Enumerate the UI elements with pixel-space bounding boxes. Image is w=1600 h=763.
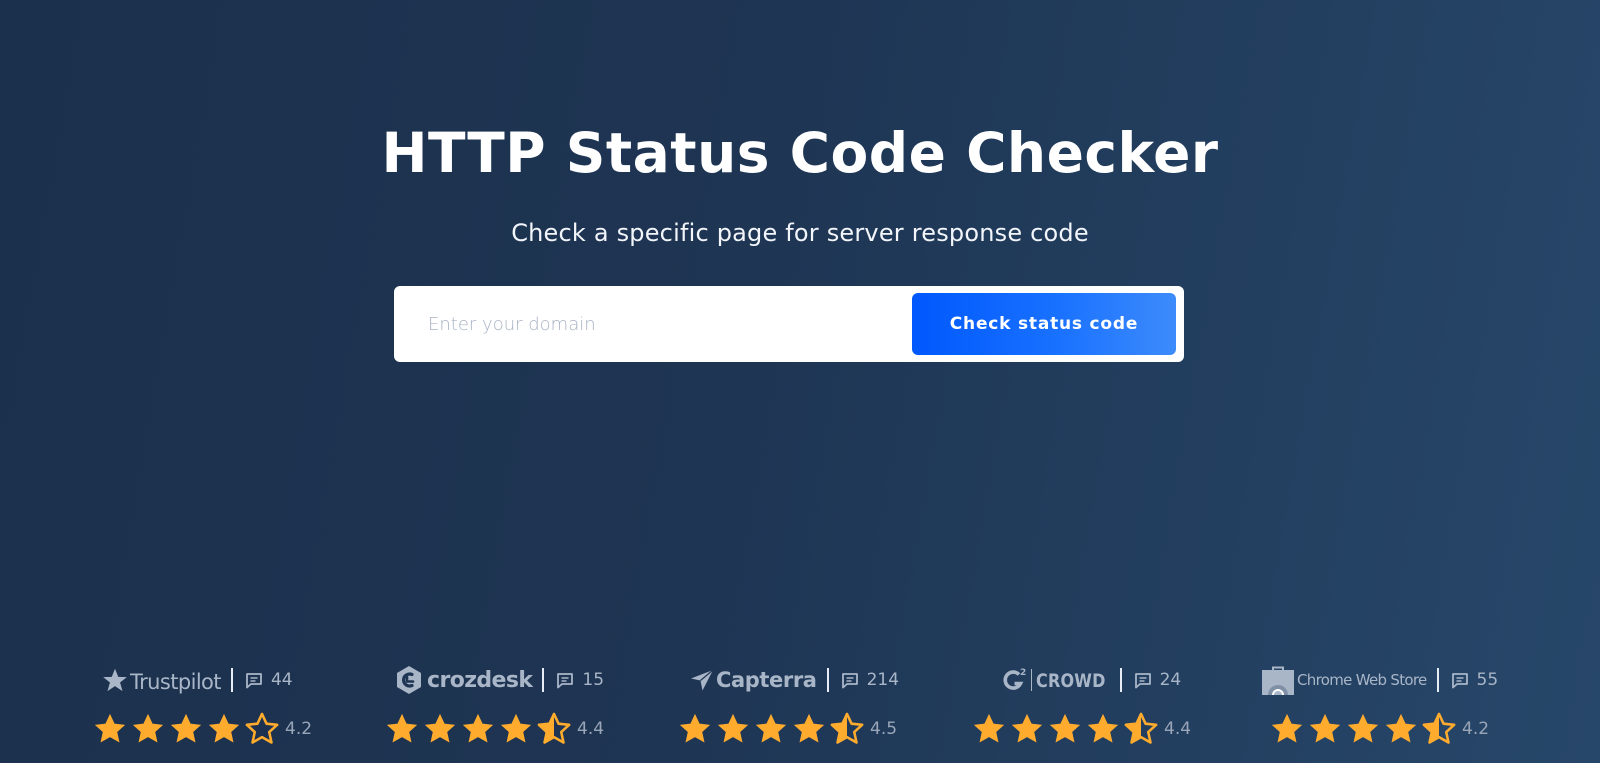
star-full-icon [208,713,240,743]
review-count-value: 15 [582,670,605,690]
star-rating: 4.2 [93,712,312,745]
rating-value: 4.2 [285,718,313,739]
review-count: 24 [1134,670,1182,690]
star-full-icon [462,713,494,743]
star-full-icon [1309,713,1341,743]
star-half-icon [830,712,864,744]
domain-search-form: Check status code [394,286,1184,362]
star-rating: 4.4 [385,712,604,745]
reviews-bar: Trustpilot 44 4.2 crozdesk 15 4.4 Capter… [0,664,1600,763]
star-rating: 4.2 [1270,712,1489,745]
divider [1436,668,1439,692]
platform-name: Trustpilot [130,670,222,694]
star-empty-icon [245,712,279,744]
star-full-icon [500,713,532,743]
trustpilot-star-icon [103,668,127,691]
star-full-icon [755,713,787,743]
capterra-arrow-icon [691,669,714,691]
comment-icon [1134,672,1151,688]
domain-input[interactable] [428,293,912,355]
comment-icon [246,672,262,688]
chrome-web-store-icon [1262,666,1294,695]
star-full-icon [717,713,749,743]
star-rating: 4.4 [972,712,1191,745]
rating-value: 4.4 [1164,718,1192,739]
review-count: 44 [245,670,293,690]
comment-icon [841,672,858,688]
star-full-icon [1087,713,1119,743]
check-status-code-button[interactable]: Check status code [912,293,1176,355]
svg-text:2: 2 [1020,668,1026,678]
divider [230,668,233,692]
star-full-icon [793,713,825,743]
star-full-icon [386,713,418,743]
rating-value: 4.2 [1462,718,1490,739]
chrome-web-store-logo: Chrome Web Store [1262,665,1427,695]
star-half-icon [1124,712,1158,744]
capterra-logo: Capterra [690,668,817,692]
star-rating: 4.5 [678,712,897,745]
star-full-icon [170,713,202,743]
platform-name: Chrome Web Store [1297,671,1427,689]
review-count-value: 44 [270,670,293,690]
divider [826,668,829,692]
star-half-icon [1422,712,1456,744]
trustpilot-logo: Trustpilot [101,666,222,694]
review-count: 214 [841,670,899,690]
star-full-icon [1011,713,1043,743]
crozdesk-logo: crozdesk [395,665,533,695]
star-full-icon [424,713,456,743]
comment-icon [557,672,574,688]
platform-name: CROWD [1036,669,1106,691]
platform-name: Capterra [716,668,817,692]
review-count-value: 55 [1476,670,1499,690]
star-full-icon [1347,713,1379,743]
review-count: 55 [1451,670,1499,690]
g2-logo-divider [1031,669,1032,691]
g2-crowd-logo: 2 CROWD [1002,667,1106,693]
crozdesk-logo-icon [397,666,421,694]
divider [542,668,545,692]
star-full-icon [1271,713,1303,743]
rating-value: 4.5 [870,718,898,739]
platform-name: crozdesk [427,667,533,693]
review-count-value: 214 [866,670,900,690]
page-subtitle: Check a specific page for server respons… [511,219,1089,247]
star-full-icon [973,713,1005,743]
rating-value: 4.4 [577,718,605,739]
comment-icon [1451,672,1468,688]
page-title: HTTP Status Code Checker [381,121,1219,185]
g2-logo-icon: 2 [1003,668,1026,690]
star-full-icon [132,713,164,743]
review-count: 15 [556,670,604,690]
star-full-icon [94,713,126,743]
review-count-value: 24 [1159,670,1182,690]
divider [1119,668,1122,692]
star-full-icon [679,713,711,743]
star-full-icon [1385,713,1417,743]
star-half-icon [537,712,571,744]
star-full-icon [1049,713,1081,743]
